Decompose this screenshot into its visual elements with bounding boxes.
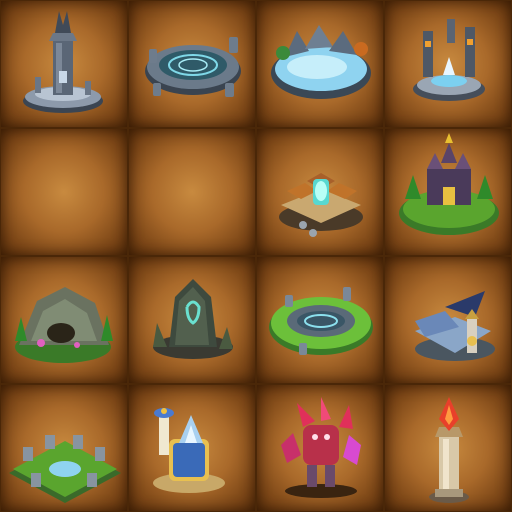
crystal-shrine-icon <box>153 408 225 493</box>
building-slot-13[interactable] <box>0 384 128 512</box>
rune-monolith-icon <box>153 279 233 359</box>
crystal-golem-icon <box>281 397 361 498</box>
building-slot-6[interactable] <box>128 128 256 256</box>
empty-slot <box>1 129 128 256</box>
building-slot-3[interactable] <box>256 0 384 128</box>
building-slot-16[interactable] <box>384 384 512 512</box>
building-slot-15[interactable] <box>256 384 384 512</box>
portal-temple-icon <box>279 173 363 237</box>
building-slot-4[interactable] <box>384 0 512 128</box>
sky-ship-icon <box>415 291 495 361</box>
crystal-altar-icon <box>413 19 485 101</box>
grass-summoning-circle-icon <box>269 287 373 355</box>
frozen-lake-icon <box>271 25 371 99</box>
building-slot-11[interactable] <box>256 256 384 384</box>
flame-obelisk-icon <box>429 397 469 503</box>
stone-tower-icon <box>23 11 103 113</box>
building-slot-1[interactable] <box>0 0 128 128</box>
mossy-cave-icon <box>15 287 113 363</box>
dark-castle-icon <box>399 133 499 235</box>
building-slot-5[interactable] <box>0 128 128 256</box>
building-slot-9[interactable] <box>0 256 128 384</box>
building-slot-2[interactable] <box>128 0 256 128</box>
building-slot-10[interactable] <box>128 256 256 384</box>
building-slot-7[interactable] <box>256 128 384 256</box>
building-grid <box>0 0 512 512</box>
fountain-garden-icon <box>9 435 121 503</box>
building-slot-8[interactable] <box>384 128 512 256</box>
empty-slot <box>129 129 256 256</box>
building-slot-14[interactable] <box>128 384 256 512</box>
summoning-circle-icon <box>145 37 241 97</box>
building-slot-12[interactable] <box>384 256 512 384</box>
